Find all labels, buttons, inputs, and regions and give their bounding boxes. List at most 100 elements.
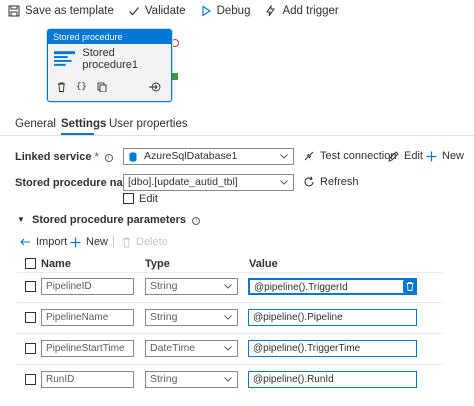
add-trigger-button[interactable]: Add trigger	[264, 5, 339, 17]
pipeline-canvas[interactable]: Stored procedure Stored procedure1 {}	[0, 22, 474, 106]
refresh-button[interactable]: Refresh	[303, 176, 359, 188]
test-connection-label: Test connection	[320, 150, 397, 162]
debug-label: Debug	[216, 5, 251, 17]
param-name-input[interactable]: RunID	[41, 371, 134, 388]
toolbar: Save as template Validate Debug Add trig…	[0, 0, 474, 22]
row-divider	[17, 333, 443, 334]
checkmark-icon	[128, 7, 139, 16]
param-type-value: String	[150, 280, 178, 292]
tab-settings[interactable]: Settings	[61, 118, 106, 130]
tabs-divider	[0, 135, 474, 136]
trigger-icon	[266, 5, 276, 17]
param-value-input[interactable]: @pipeline().Pipeline	[248, 309, 417, 326]
info-icon[interactable]: i	[104, 154, 113, 162]
select-all-checkbox[interactable]	[25, 258, 36, 269]
chevron-down-icon	[224, 377, 232, 382]
plus-icon	[426, 151, 437, 161]
stored-procedure-activity[interactable]: Stored procedure Stored procedure1 {}	[47, 29, 172, 102]
stored-procedure-name-label-text: Stored procedure name	[15, 177, 139, 189]
test-connection-button[interactable]: Test connection	[303, 150, 396, 162]
param-type-dropdown[interactable]: String	[145, 278, 238, 295]
debug-button[interactable]: Debug	[200, 5, 251, 17]
edit-label: Edit	[404, 150, 423, 162]
save-as-template-label: Save as template	[25, 5, 114, 17]
param-name-input[interactable]: PipelineName	[41, 309, 134, 326]
delete-parameter-label: Delete	[136, 236, 168, 248]
activity-type-label: Stored procedure	[48, 30, 171, 44]
column-header-value: Value	[249, 258, 278, 270]
delete-parameter-button[interactable]: Delete	[122, 236, 168, 248]
param-value-input[interactable]: @pipeline().TriggerTime	[248, 340, 417, 357]
tab-general[interactable]: General	[15, 118, 56, 130]
validate-label: Validate	[144, 5, 186, 17]
trash-icon	[406, 282, 413, 291]
copy-icon[interactable]	[97, 82, 107, 92]
row-checkbox[interactable]	[25, 281, 36, 292]
linked-service-value: AzureSqlDatabase1	[144, 150, 238, 162]
refresh-icon	[304, 176, 314, 187]
header-divider	[17, 272, 443, 273]
sql-database-icon	[129, 152, 137, 162]
edit-linked-service-button[interactable]: Edit	[388, 150, 423, 162]
row-checkbox[interactable]	[25, 343, 36, 354]
chevron-down-icon	[224, 315, 232, 320]
play-icon	[202, 5, 211, 17]
trash-icon	[123, 237, 130, 247]
delete-icon[interactable]	[57, 82, 66, 92]
code-icon[interactable]: {}	[76, 82, 87, 92]
edit-procedure-checkbox[interactable]	[123, 193, 134, 204]
delete-row-button[interactable]	[403, 280, 416, 293]
param-name-input[interactable]: PipelineStartTime	[41, 340, 134, 357]
param-value-input[interactable]: @pipeline().TriggerId	[248, 278, 417, 295]
new-parameter-label: New	[86, 236, 109, 248]
save-icon	[8, 5, 20, 17]
refresh-label: Refresh	[320, 176, 359, 188]
linked-service-label-text: Linked service	[15, 151, 92, 163]
required-mark: *	[94, 151, 99, 163]
column-header-name: Name	[41, 258, 71, 270]
param-type-value: DateTime	[150, 342, 196, 354]
row-checkbox[interactable]	[25, 374, 36, 385]
import-button[interactable]: Import	[19, 236, 67, 248]
param-type-dropdown[interactable]: DateTime	[145, 340, 238, 357]
chevron-down-icon	[280, 154, 288, 159]
param-type-value: String	[150, 311, 178, 323]
collapse-triangle-icon: ▼	[17, 215, 25, 224]
pencil-icon	[388, 150, 399, 162]
stored-procedure-dropdown[interactable]: [dbo].[update_autid_tbl]	[123, 174, 294, 191]
connect-arrow-icon[interactable]	[148, 82, 161, 92]
import-label: Import	[36, 236, 68, 248]
plus-icon	[70, 237, 81, 247]
parameters-section-header[interactable]: ▼ Stored procedure parameters i	[17, 214, 201, 226]
param-type-dropdown[interactable]: String	[145, 309, 238, 326]
info-icon[interactable]: i	[192, 217, 201, 225]
param-value-input[interactable]: @pipeline().RunId	[248, 371, 417, 388]
chevron-down-icon	[280, 180, 288, 185]
chevron-down-icon	[224, 284, 232, 289]
import-arrow-icon	[20, 238, 30, 246]
param-type-value: String	[150, 373, 178, 385]
stored-procedure-icon	[54, 51, 76, 66]
add-trigger-label: Add trigger	[282, 5, 339, 17]
save-as-template-button[interactable]: Save as template	[8, 5, 114, 17]
activity-name: Stored procedure1	[82, 47, 139, 71]
param-type-dropdown[interactable]: String	[145, 371, 238, 388]
new-label: New	[442, 150, 465, 162]
new-linked-service-button[interactable]: New	[426, 150, 464, 162]
parameters-title: Stored procedure parameters	[31, 214, 187, 226]
toolbar-divider	[113, 235, 114, 248]
param-name-input[interactable]: PipelineID	[41, 278, 134, 295]
new-parameter-button[interactable]: New	[70, 236, 108, 248]
row-divider	[17, 302, 443, 303]
linked-service-label: Linked service * i	[15, 151, 113, 163]
failure-handle[interactable]	[171, 39, 179, 47]
linked-service-dropdown[interactable]: AzureSqlDatabase1	[123, 148, 294, 165]
validate-button[interactable]: Validate	[128, 5, 186, 17]
success-handle[interactable]	[172, 73, 178, 80]
test-connection-icon	[304, 151, 314, 161]
tab-user-properties[interactable]: User properties	[109, 118, 188, 130]
edit-procedure-label: Edit	[139, 193, 158, 205]
row-divider	[17, 364, 443, 365]
row-checkbox[interactable]	[25, 312, 36, 323]
column-header-type: Type	[145, 258, 170, 270]
